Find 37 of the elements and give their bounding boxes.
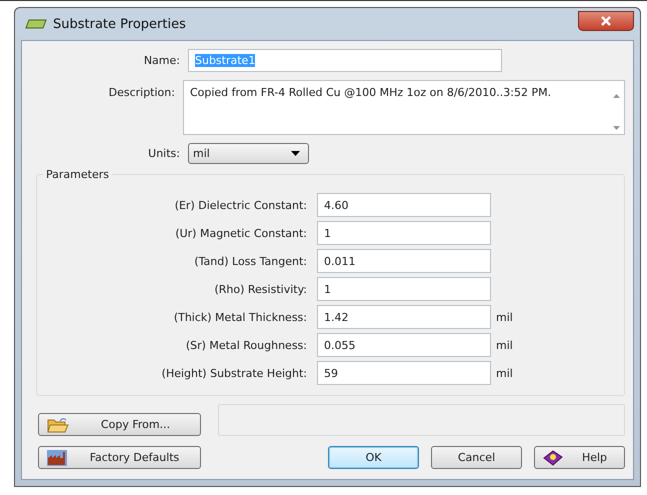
parameter-field[interactable]: 1.42 xyxy=(317,305,491,329)
parameter-field[interactable]: 0.055 xyxy=(317,333,491,357)
parameter-field[interactable]: 4.60 xyxy=(317,193,491,217)
factory-icon xyxy=(47,450,67,466)
scroll-down-icon xyxy=(612,126,620,130)
units-dropdown[interactable]: mil xyxy=(188,143,309,164)
factory-defaults-button[interactable]: Factory Defaults xyxy=(38,446,201,469)
folder-icon xyxy=(47,416,69,432)
parameter-label: (Sr) Metal Roughness: xyxy=(184,338,308,352)
help-button[interactable]: Help xyxy=(534,446,625,469)
close-button[interactable] xyxy=(578,11,634,31)
parameter-label: (Thick) Metal Thickness: xyxy=(172,310,308,324)
close-icon xyxy=(600,16,612,26)
substrate-icon xyxy=(25,19,47,29)
description-field[interactable]: Copied from FR-4 Rolled Cu @100 MHz 1oz on 8/6/2010..3:52 PM. xyxy=(182,80,625,135)
cancel-button[interactable]: Cancel xyxy=(431,446,522,469)
description-label: Description: xyxy=(108,85,176,99)
unit-label: mil xyxy=(496,338,513,352)
parameter-label: (Tand) Loss Tangent: xyxy=(193,254,308,268)
parameter-field[interactable]: 59 xyxy=(317,361,491,385)
parameter-field[interactable]: 1 xyxy=(317,277,491,301)
ok-button[interactable]: OK xyxy=(328,446,419,469)
parameter-label: (Height) Substrate Height: xyxy=(160,366,308,380)
copy-from-button[interactable]: Copy From... xyxy=(38,413,201,436)
parameter-label: (Rho) Resistivity: xyxy=(213,282,308,296)
units-label: Units: xyxy=(147,147,181,160)
parameter-field[interactable]: 1 xyxy=(317,221,491,245)
parameter-label: (Ur) Magnetic Constant: xyxy=(174,226,308,240)
window-title: Substrate Properties xyxy=(53,16,186,32)
parameter-field[interactable]: 0.011 xyxy=(317,249,491,273)
dropdown-arrow-icon xyxy=(291,151,300,156)
group-title: Parameters xyxy=(43,168,112,181)
unit-label: mil xyxy=(496,310,513,324)
unit-label: mil xyxy=(496,366,513,380)
scroll-up-icon xyxy=(612,94,620,98)
parameter-label: (Er) Dielectric Constant: xyxy=(174,198,308,212)
name-label: Name: xyxy=(142,54,181,67)
